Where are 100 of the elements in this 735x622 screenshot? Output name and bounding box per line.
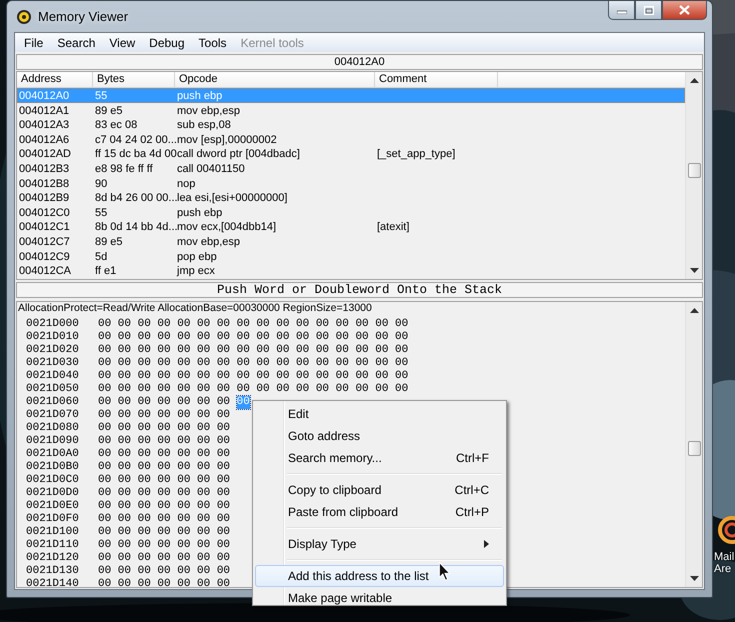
disassembly-row[interactable]: 004012C7 89 e5 mov ebp,esp [17,234,685,249]
menu-item[interactable]: Copy to clipboard Ctrl+C [255,479,504,501]
hex-address: 0021D050 [26,383,80,396]
disassembly-row[interactable]: 004012CA ff e1 jmp ecx [17,263,685,278]
opcode-cell-text: mov [esp],00000002 [176,132,278,146]
bytes-cell-text: 5d [94,250,108,262]
bytes-cell-text: 90 [94,176,108,190]
hex-bytes: 00 00 00 00 00 00 00 00 00 00 00 00 00 00 00 00 [98,383,408,396]
menu-item[interactable]: Tools [192,36,234,50]
hex-bytes: 00 00 00 00 00 00 00 [98,565,230,578]
menu-item[interactable]: Display Type [255,533,504,555]
disassembly-row[interactable]: 004012A3 83 ec 08 sub esp,08 [17,117,685,132]
opcode-cell-text: pop ebp [176,250,218,262]
hex-bytes: 00 00 00 00 00 00 00 00 00 00 00 00 00 00 00 00 [98,331,408,344]
address-cell-text: 004012AD [18,147,72,160]
scrollbar[interactable] [685,72,702,279]
hex-bytes: 00 00 00 00 00 00 00 [98,500,230,513]
hex-bytes: 00 00 00 00 00 00 00 00 00 00 00 00 00 00 00 00 [98,357,408,370]
scroll-up-icon[interactable] [690,308,698,313]
minimize-button[interactable] [608,1,635,20]
app-icon [16,8,32,24]
opcode-cell-text: sub esp,08 [176,118,232,131]
hex-address: 0021D0E0 [26,500,80,513]
hex-address: 0021D080 [26,422,80,435]
menu-item[interactable]: Add this address to the list [255,565,504,587]
instruction-description: Push Word or Doubleword Onto the Stack [16,282,703,298]
column-header[interactable]: Address [17,72,93,87]
hex-bytes: 00 00 00 00 00 00 00 00 00 00 00 00 00 00 00 00 [98,318,408,331]
disassembly-row[interactable]: 004012C9 5d pop ebp [17,248,685,264]
hex-bytes: 00 00 00 00 00 00 00 [98,578,230,587]
hex-address: 0021D060 [26,396,80,409]
menu-item[interactable]: Edit [255,403,504,425]
hex-bytes: 00 00 00 00 00 00 00 [98,487,230,500]
hex-bytes: 00 00 00 00 00 00 00 [98,539,230,552]
hex-bytes: 00 00 00 00 00 00 00 [98,422,230,435]
address-field[interactable]: 004012A0 [16,54,703,70]
hex-bytes: 00 00 00 00 00 00 00 [98,409,230,422]
hex-bytes: 00 00 00 00 00 00 00 [98,526,230,539]
shortcut-label: Ctrl+F [456,451,489,465]
scrollbar[interactable] [685,302,702,587]
bytes-cell-text: e8 98 fe ff ff [94,162,154,175]
menu-item[interactable]: Paste from clipboard Ctrl+P [255,501,504,523]
window-title: Memory Viewer [38,9,128,24]
menu-item-label: Make page writable [288,591,392,605]
bytes-cell: 8d b4 26 00 00... [94,191,176,204]
region-info: AllocationProtect=Read/Write AllocationBase=00030000 RegionSize=13000 [17,302,373,315]
disassembly-row[interactable]: 004012C1 8b 0d 14 bb 4d...mov ecx,[004dbb14] [atexit] [17,219,685,234]
menu-item[interactable]: Goto address [255,425,504,447]
menu-item[interactable]: Make page writable [255,587,504,609]
address-cell-text: 004012C7 [18,234,71,248]
scroll-up-icon[interactable] [690,78,698,83]
menu-item[interactable]: Search memory... Ctrl+F [255,447,504,469]
address-cell-text: 004012A1 [18,104,70,116]
address-cell-text: 004012B8 [18,176,70,190]
disassembly-row[interactable]: 004012AD ff 15 dc ba 4d 00call dword ptr [004dbadc] [_set_app_type] [17,146,685,161]
column-header[interactable]: Opcode [175,72,375,87]
hex-address: 0021D100 [26,526,80,539]
hex-address: 0021D130 [26,565,80,578]
scroll-down-icon[interactable] [690,576,698,581]
menu-item[interactable]: View [102,36,142,50]
column-header[interactable]: Bytes [93,72,175,87]
hex-address: 0021D000 [26,318,80,331]
disassembly-row[interactable]: 004012A1 89 e5 mov ebp,esp [17,102,685,118]
menu-item-label: Display Type [288,537,356,551]
desktop-icon-label[interactable]: Are [714,563,735,575]
address-cell-text: 004012A6 [18,132,70,146]
disassembly-row[interactable]: 004012B9 8d b4 26 00 00...lea esi,[esi+00000000] [17,190,685,205]
opcode-cell-text: mov ecx,[004dbb14] [176,220,278,233]
bytes-cell-text: 89 e5 [94,234,124,248]
hex-bytes: 00 00 00 00 00 00 00 [98,474,230,487]
column-header[interactable]: Comment [375,72,498,87]
desktop-icon-label[interactable]: Mail [714,551,735,563]
opcode-cell-text: mov ebp,esp [176,104,241,116]
menu-item[interactable]: Search [50,36,102,50]
opcode-cell-text: call dword ptr [004dbadc] [176,147,301,160]
address-cell-text: 004012A3 [18,118,70,131]
address-cell-text: 004012C1 [18,220,71,233]
opcode-cell-text: lea esi,[esi+00000000] [176,191,288,204]
disassembly-row[interactable]: 004012B8 90 nop [17,176,685,190]
bytes-cell-text: 83 ec 08 [94,118,138,131]
maximize-button[interactable] [635,1,662,20]
menu-item[interactable]: Debug [142,36,192,50]
bytes-cell-text: ff e1 [94,264,118,277]
scroll-down-icon[interactable] [690,268,698,273]
menu-item[interactable]: File [17,36,50,50]
disassembly-row[interactable]: 004012B3 e8 98 fe ff ff call 00401150 [17,160,685,176]
comment-cell-text: [atexit] [376,220,410,233]
scrollbar-thumb[interactable] [688,163,700,178]
hex-address: 0021D0D0 [26,487,80,500]
disassembly-row[interactable]: 004012A6 c7 04 24 02 00...mov [esp],00000002 [17,132,685,146]
hex-address: 0021D020 [26,344,80,357]
menu-item-label: Paste from clipboard [288,505,398,519]
disassembly-row[interactable]: 004012C0 55 push ebp [17,204,685,220]
hex-address: 0021D0B0 [26,461,80,474]
hex-address: 0021D120 [26,552,80,565]
address-cell-text: 004012C0 [18,206,71,218]
bytes-cell-text: 89 e5 [94,104,124,116]
opcode-cell-text: call 00401150 [176,162,246,175]
close-button[interactable] [662,1,707,20]
scrollbar-thumb[interactable] [688,441,700,456]
